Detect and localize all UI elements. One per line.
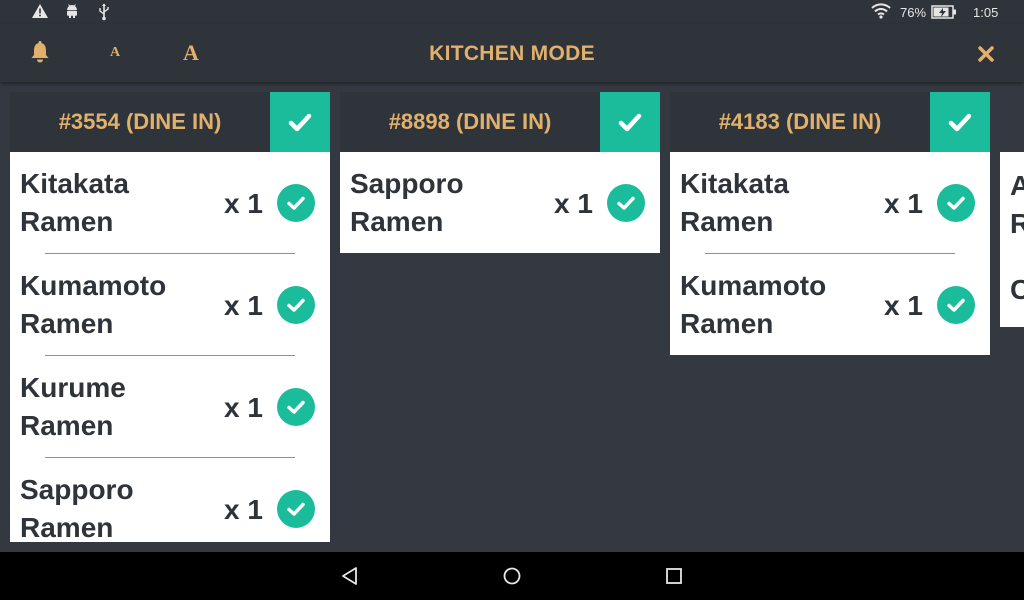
check-icon (617, 196, 635, 210)
home-icon[interactable] (502, 566, 522, 586)
order-card: #3554 (DINE IN) Kitakata Ramen x 1 Kumam… (10, 92, 330, 542)
item-name: Kitakata Ramen (20, 168, 129, 237)
complete-item-button[interactable] (277, 388, 315, 426)
usb-icon (99, 3, 109, 21)
complete-item-button[interactable] (277, 286, 315, 324)
item-quantity: x 1 (554, 188, 593, 219)
partial-text: C (1010, 274, 1024, 305)
order-items: Sapporo Ramen x 1 (340, 152, 660, 253)
order-item: Kitakata Ramen x 1 (10, 152, 330, 254)
battery-percent: 76% (900, 5, 927, 20)
complete-order-button[interactable] (270, 92, 330, 152)
item-name: Sapporo Ramen (350, 168, 464, 237)
warning-icon (32, 4, 48, 18)
order-item: Sapporo Ramen x 1 (10, 458, 330, 542)
order-item: Sapporo Ramen x 1 (340, 152, 660, 253)
order-items: Kitakata Ramen x 1 Kumamoto Ramen x 1 Ku… (10, 152, 330, 542)
wifi-icon (871, 3, 891, 19)
order-item: Kurume Ramen x 1 (10, 356, 330, 458)
partial-text: A (1010, 170, 1024, 201)
item-quantity: x 1 (224, 494, 263, 525)
check-icon (948, 113, 972, 132)
complete-item-button[interactable] (277, 490, 315, 528)
navigation-bar (0, 552, 1024, 600)
order-item: Kumamoto Ramen x 1 (670, 254, 990, 355)
item-quantity: x 1 (884, 290, 923, 321)
item-quantity: x 1 (224, 392, 263, 423)
order-title: #8898 (DINE IN) (388, 109, 552, 134)
complete-item-button[interactable] (937, 184, 975, 222)
order-header: #4183 (DINE IN) (670, 92, 990, 152)
order-title: #4183 (DINE IN) (718, 109, 882, 134)
partial-text: R (1010, 208, 1024, 239)
back-icon[interactable] (340, 566, 360, 586)
complete-order-button[interactable] (930, 92, 990, 152)
status-bar: 76% 1:05 (0, 0, 1024, 24)
order-item: Kitakata Ramen x 1 (670, 152, 990, 254)
check-icon (288, 113, 312, 132)
font-size-small-button[interactable]: A (110, 45, 120, 61)
page-title: KITCHEN MODE (429, 42, 595, 65)
order-item: Kumamoto Ramen x 1 (10, 254, 330, 356)
item-name: Kumamoto Ramen (680, 270, 827, 339)
android-icon (67, 4, 77, 18)
complete-item-button[interactable] (937, 286, 975, 324)
check-icon (947, 298, 965, 312)
item-name: Kurume Ramen (20, 372, 126, 441)
battery-charging-icon (931, 5, 956, 19)
check-icon (618, 113, 642, 132)
close-icon[interactable] (978, 46, 994, 62)
order-title: #3554 (DINE IN) (58, 109, 222, 134)
font-size-large-button[interactable]: A (183, 40, 199, 66)
order-card: #4183 (DINE IN) Kitakata Ramen x 1 Kumam… (670, 92, 990, 355)
check-icon (287, 502, 305, 516)
recents-icon[interactable] (664, 566, 684, 586)
app-bar: A A KITCHEN MODE (0, 24, 1024, 82)
order-card: #8898 (DINE IN) Sapporo Ramen x 1 (340, 92, 660, 253)
order-header: #3554 (DINE IN) (10, 92, 330, 152)
item-name: Kitakata Ramen (680, 168, 789, 237)
check-icon (287, 196, 305, 210)
item-quantity: x 1 (224, 188, 263, 219)
bell-icon[interactable] (30, 41, 50, 63)
complete-item-button[interactable] (607, 184, 645, 222)
order-card-partial[interactable]: A R C (1000, 152, 1024, 327)
order-header: #8898 (DINE IN) (340, 92, 660, 152)
check-icon (947, 196, 965, 210)
complete-order-button[interactable] (600, 92, 660, 152)
complete-item-button[interactable] (277, 184, 315, 222)
clock: 1:05 (973, 5, 999, 20)
check-icon (287, 400, 305, 414)
item-quantity: x 1 (224, 290, 263, 321)
check-icon (287, 298, 305, 312)
order-items: Kitakata Ramen x 1 Kumamoto Ramen x 1 (670, 152, 990, 355)
item-quantity: x 1 (884, 188, 923, 219)
item-name: Sapporo Ramen (20, 474, 134, 542)
item-name: Kumamoto Ramen (20, 270, 167, 339)
